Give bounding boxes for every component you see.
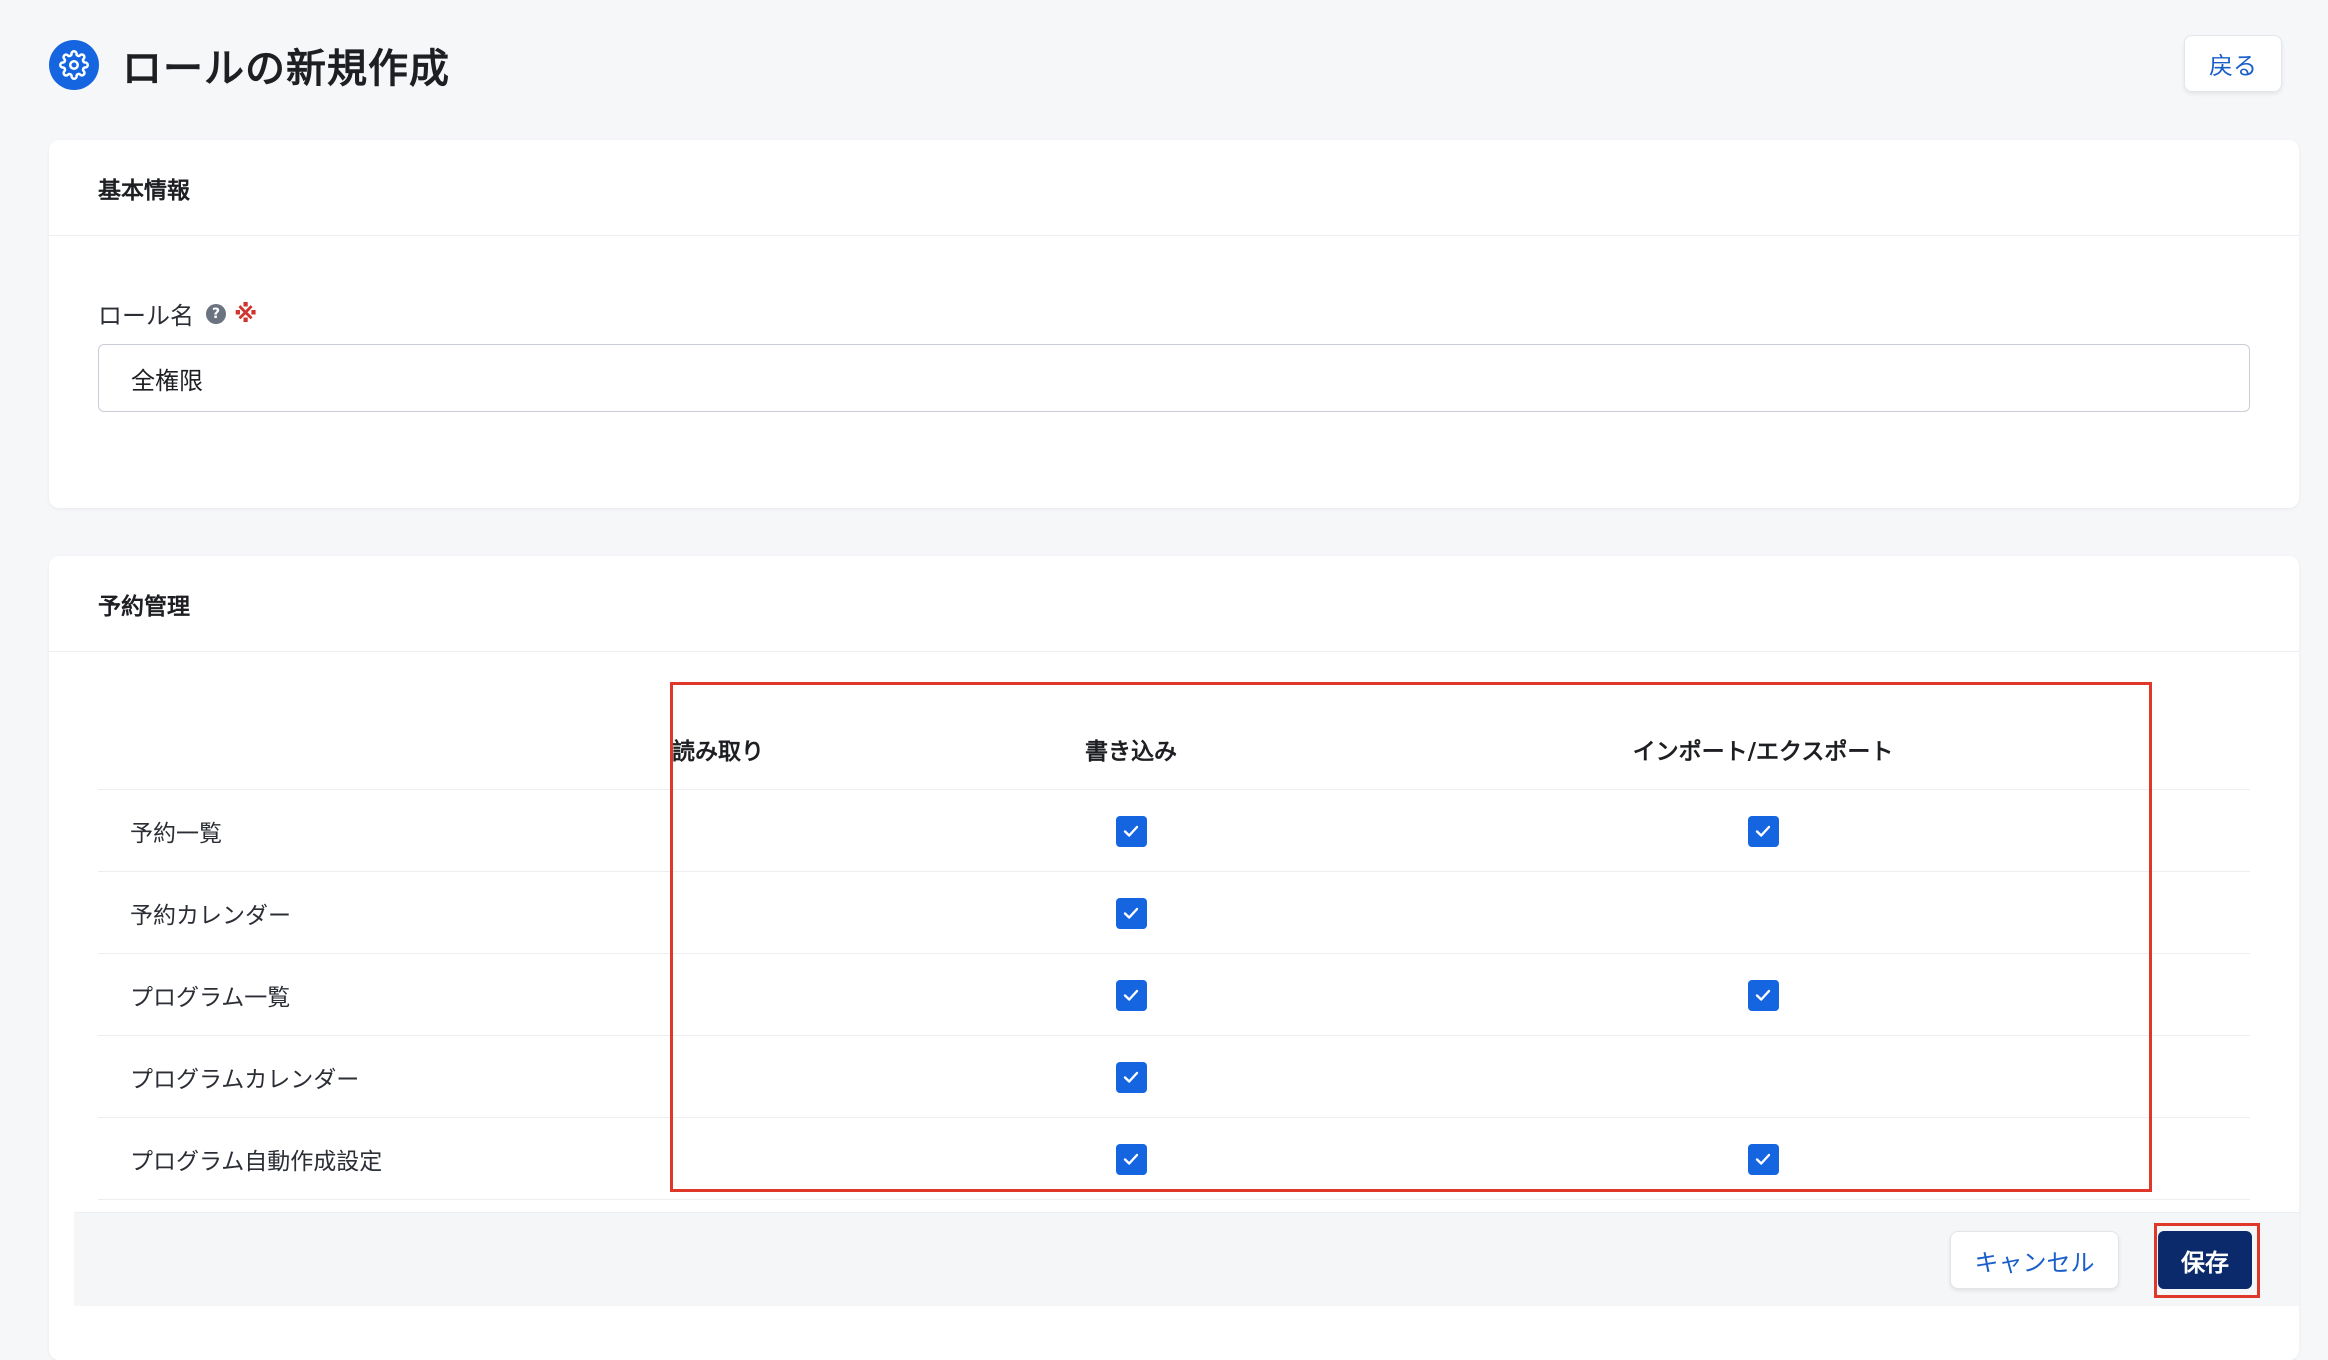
permission-cell-write	[1111, 872, 1151, 954]
checkbox-write[interactable]	[1115, 815, 1147, 847]
permission-cell-write	[1111, 1118, 1151, 1200]
permission-cell-read	[698, 872, 738, 954]
permission-row-label: プログラムカレンダー	[130, 1067, 360, 1093]
column-header-read: 読み取り	[672, 739, 764, 765]
checkbox-import-export[interactable]	[1747, 1143, 1779, 1175]
permission-row: 予約一覧	[98, 790, 2250, 872]
role-name-label-row: ロール名 ? ※	[98, 296, 257, 331]
permission-cell-import-export	[1743, 790, 1783, 872]
save-button[interactable]: 保存	[2158, 1231, 2252, 1289]
permission-cell-write	[1111, 1036, 1151, 1118]
checkbox-write[interactable]	[1115, 897, 1147, 929]
required-mark: ※	[234, 299, 258, 328]
reservation-management-title: 予約管理	[49, 556, 2299, 652]
checkbox-write[interactable]	[1115, 1061, 1147, 1093]
column-header-write: 書き込み	[1085, 739, 1177, 765]
cancel-button[interactable]: キャンセル	[1950, 1231, 2119, 1289]
role-create-page: ロールの新規作成 戻る 基本情報 ロール名 ? ※ 予約管理 読み取り 書き込み…	[0, 0, 2328, 1360]
permission-cell-import-export	[1743, 1118, 1783, 1200]
permission-row-label: 予約カレンダー	[130, 903, 291, 929]
column-header-import-export: インポート/エクスポート	[1632, 739, 1894, 765]
permission-row-label: プログラム一覧	[130, 985, 291, 1011]
checkbox-import-export[interactable]	[1747, 815, 1779, 847]
permission-cell-read	[698, 790, 738, 872]
permission-row-label: プログラム自動作成設定	[130, 1149, 383, 1175]
checkbox-write[interactable]	[1115, 979, 1147, 1011]
basic-info-card: 基本情報 ロール名 ? ※	[49, 140, 2299, 508]
permission-row-label: 予約一覧	[130, 821, 222, 847]
permission-cell-write	[1111, 954, 1151, 1036]
action-bar: キャンセル 保存	[74, 1212, 2299, 1306]
permission-row: プログラムカレンダー	[98, 1036, 2250, 1118]
checkbox-import-export[interactable]	[1747, 979, 1779, 1011]
permission-cell-write	[1111, 790, 1151, 872]
back-button[interactable]: 戻る	[2184, 35, 2282, 92]
page-title: ロールの新規作成	[122, 46, 450, 92]
role-name-input[interactable]	[98, 344, 2250, 412]
permission-table: 読み取り 書き込み インポート/エクスポート 予約一覧予約カレンダー プログラム一…	[98, 708, 2250, 1200]
permission-row: プログラム自動作成設定	[98, 1118, 2250, 1200]
basic-info-title: 基本情報	[49, 140, 2299, 236]
permission-table-body: 予約一覧予約カレンダー プログラム一覧プログラムカレンダー プログラム自動作成設定	[98, 790, 2250, 1200]
permission-row: 予約カレンダー	[98, 872, 2250, 954]
permission-row: プログラム一覧	[98, 954, 2250, 1036]
permission-cell-import-export	[1743, 872, 1783, 954]
question-circle-icon[interactable]: ?	[206, 303, 226, 324]
permission-cell-read	[698, 1118, 738, 1200]
gear-icon	[49, 40, 99, 90]
role-name-label: ロール名	[98, 302, 194, 330]
permission-cell-import-export	[1743, 954, 1783, 1036]
permission-cell-import-export	[1743, 1036, 1783, 1118]
permission-cell-read	[698, 954, 738, 1036]
permission-table-header: 読み取り 書き込み インポート/エクスポート	[98, 708, 2250, 790]
checkbox-write[interactable]	[1115, 1143, 1147, 1175]
permission-cell-read	[698, 1036, 738, 1118]
page-header: ロールの新規作成 戻る	[0, 0, 2328, 130]
